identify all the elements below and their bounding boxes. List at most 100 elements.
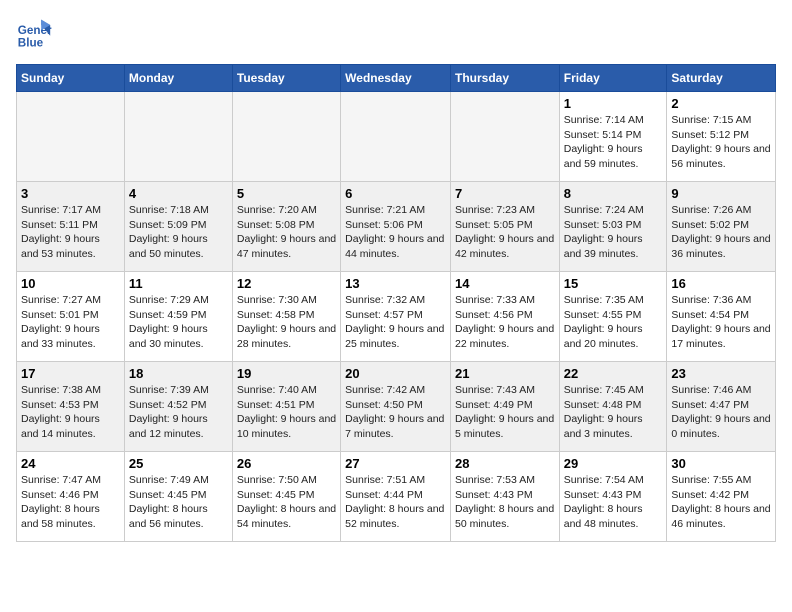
day-number: 8 — [564, 186, 663, 201]
day-info: Sunrise: 7:30 AM Sunset: 4:58 PM Dayligh… — [237, 293, 336, 352]
weekday-header-tuesday: Tuesday — [232, 65, 340, 92]
calendar-cell: 24Sunrise: 7:47 AM Sunset: 4:46 PM Dayli… — [17, 452, 125, 542]
day-info: Sunrise: 7:33 AM Sunset: 4:56 PM Dayligh… — [455, 293, 555, 352]
day-number: 14 — [455, 276, 555, 291]
day-number: 27 — [345, 456, 446, 471]
day-number: 4 — [129, 186, 228, 201]
calendar-cell: 12 Sunrise: 7:30 AM Sunset: 4:58 PM Dayli… — [232, 272, 340, 362]
calendar-cell: 18 Sunrise: 7:39 AM Sunset: 4:52 PM Dayli… — [124, 362, 232, 452]
day-info: Sunrise: 7:53 AM Sunset: 4:43 PM Dayligh… — [455, 473, 555, 532]
day-info: Sunrise: 7:54 AM Sunset: 4:43 PM Dayligh… — [564, 473, 663, 532]
day-number: 29 — [564, 456, 663, 471]
day-info: Sunrise: 7:39 AM Sunset: 4:52 PM Dayligh… — [129, 383, 228, 442]
weekday-header-sunday: Sunday — [17, 65, 125, 92]
day-number: 22 — [564, 366, 663, 381]
day-info: Sunrise: 7:55 AM Sunset: 4:42 PM Dayligh… — [671, 473, 771, 532]
day-info: Sunrise: 7:45 AM Sunset: 4:48 PM Dayligh… — [564, 383, 663, 442]
day-number: 15 — [564, 276, 663, 291]
day-info: Sunrise: 7:40 AM Sunset: 4:51 PM Dayligh… — [237, 383, 336, 442]
calendar-cell: 23 Sunrise: 7:46 AM Sunset: 4:47 PM Dayli… — [667, 362, 776, 452]
day-number: 23 — [671, 366, 771, 381]
calendar-cell: 5 Sunrise: 7:20 AM Sunset: 5:08 PM Daylig… — [232, 182, 340, 272]
day-info: Sunrise: 7:23 AM Sunset: 5:05 PM Dayligh… — [455, 203, 555, 262]
calendar-cell: 8 Sunrise: 7:24 AM Sunset: 5:03 PM Daylig… — [559, 182, 667, 272]
calendar-cell: 29 Sunrise: 7:54 AM Sunset: 4:43 PM Dayli… — [559, 452, 667, 542]
day-info: Sunrise: 7:21 AM Sunset: 5:06 PM Dayligh… — [345, 203, 446, 262]
logo-icon: General Blue — [16, 16, 52, 52]
calendar: SundayMondayTuesdayWednesdayThursdayFrid… — [16, 64, 776, 542]
weekday-header-thursday: Thursday — [450, 65, 559, 92]
calendar-cell: 10 Sunrise: 7:27 AM Sunset: 5:01 PM Dayli… — [17, 272, 125, 362]
calendar-cell: 19 Sunrise: 7:40 AM Sunset: 4:51 PM Dayli… — [232, 362, 340, 452]
calendar-week-row: 1Sunrise: 7:14 AM Sunset: 5:14 PM Daylig… — [17, 92, 776, 182]
day-info: Sunrise: 7:51 AM Sunset: 4:44 PM Dayligh… — [345, 473, 446, 532]
calendar-cell: 3Sunrise: 7:17 AM Sunset: 5:11 PM Daylig… — [17, 182, 125, 272]
page-header: General Blue — [16, 16, 776, 52]
calendar-cell: 11Sunrise: 7:29 AM Sunset: 4:59 PM Dayli… — [124, 272, 232, 362]
day-info: Sunrise: 7:18 AM Sunset: 5:09 PM Dayligh… — [129, 203, 228, 262]
weekday-header-saturday: Saturday — [667, 65, 776, 92]
day-number: 1 — [564, 96, 663, 111]
day-number: 7 — [455, 186, 555, 201]
day-number: 19 — [237, 366, 336, 381]
calendar-cell: 22 Sunrise: 7:45 AM Sunset: 4:48 PM Dayli… — [559, 362, 667, 452]
calendar-week-row: 24Sunrise: 7:47 AM Sunset: 4:46 PM Dayli… — [17, 452, 776, 542]
day-info: Sunrise: 7:46 AM Sunset: 4:47 PM Dayligh… — [671, 383, 771, 442]
day-number: 16 — [671, 276, 771, 291]
calendar-cell: 28 Sunrise: 7:53 AM Sunset: 4:43 PM Dayli… — [450, 452, 559, 542]
day-number: 5 — [237, 186, 336, 201]
day-number: 28 — [455, 456, 555, 471]
calendar-week-row: 3Sunrise: 7:17 AM Sunset: 5:11 PM Daylig… — [17, 182, 776, 272]
calendar-cell — [17, 92, 125, 182]
calendar-cell — [450, 92, 559, 182]
calendar-cell: 4 Sunrise: 7:18 AM Sunset: 5:09 PM Daylig… — [124, 182, 232, 272]
calendar-cell: 13Sunrise: 7:32 AM Sunset: 4:57 PM Dayli… — [341, 272, 451, 362]
day-info: Sunrise: 7:20 AM Sunset: 5:08 PM Dayligh… — [237, 203, 336, 262]
calendar-cell: 2Sunrise: 7:15 AM Sunset: 5:12 PM Daylig… — [667, 92, 776, 182]
weekday-header-wednesday: Wednesday — [341, 65, 451, 92]
day-info: Sunrise: 7:32 AM Sunset: 4:57 PM Dayligh… — [345, 293, 446, 352]
day-number: 11 — [129, 276, 228, 291]
day-info: Sunrise: 7:24 AM Sunset: 5:03 PM Dayligh… — [564, 203, 663, 262]
day-info: Sunrise: 7:27 AM Sunset: 5:01 PM Dayligh… — [21, 293, 120, 352]
day-number: 10 — [21, 276, 120, 291]
day-info: Sunrise: 7:42 AM Sunset: 4:50 PM Dayligh… — [345, 383, 446, 442]
calendar-cell — [124, 92, 232, 182]
day-number: 18 — [129, 366, 228, 381]
day-number: 26 — [237, 456, 336, 471]
day-info: Sunrise: 7:43 AM Sunset: 4:49 PM Dayligh… — [455, 383, 555, 442]
calendar-cell: 1Sunrise: 7:14 AM Sunset: 5:14 PM Daylig… — [559, 92, 667, 182]
calendar-cell: 21 Sunrise: 7:43 AM Sunset: 4:49 PM Dayli… — [450, 362, 559, 452]
calendar-cell: 9 Sunrise: 7:26 AM Sunset: 5:02 PM Daylig… — [667, 182, 776, 272]
day-number: 30 — [671, 456, 771, 471]
day-info: Sunrise: 7:35 AM Sunset: 4:55 PM Dayligh… — [564, 293, 663, 352]
weekday-header-friday: Friday — [559, 65, 667, 92]
calendar-cell: 7 Sunrise: 7:23 AM Sunset: 5:05 PM Daylig… — [450, 182, 559, 272]
calendar-cell — [232, 92, 340, 182]
calendar-cell: 27 Sunrise: 7:51 AM Sunset: 4:44 PM Dayli… — [341, 452, 451, 542]
calendar-cell: 16 Sunrise: 7:36 AM Sunset: 4:54 PM Dayli… — [667, 272, 776, 362]
calendar-cell: 17 Sunrise: 7:38 AM Sunset: 4:53 PM Dayli… — [17, 362, 125, 452]
weekday-header-monday: Monday — [124, 65, 232, 92]
calendar-cell: 25Sunrise: 7:49 AM Sunset: 4:45 PM Dayli… — [124, 452, 232, 542]
calendar-cell: 26Sunrise: 7:50 AM Sunset: 4:45 PM Dayli… — [232, 452, 340, 542]
calendar-cell: 30 Sunrise: 7:55 AM Sunset: 4:42 PM Dayli… — [667, 452, 776, 542]
day-number: 3 — [21, 186, 120, 201]
day-number: 2 — [671, 96, 771, 111]
calendar-cell: 15 Sunrise: 7:35 AM Sunset: 4:55 PM Dayli… — [559, 272, 667, 362]
day-info: Sunrise: 7:38 AM Sunset: 4:53 PM Dayligh… — [21, 383, 120, 442]
day-number: 20 — [345, 366, 446, 381]
calendar-cell: 20 Sunrise: 7:42 AM Sunset: 4:50 PM Dayli… — [341, 362, 451, 452]
day-info: Sunrise: 7:26 AM Sunset: 5:02 PM Dayligh… — [671, 203, 771, 262]
day-number: 9 — [671, 186, 771, 201]
calendar-week-row: 17 Sunrise: 7:38 AM Sunset: 4:53 PM Dayli… — [17, 362, 776, 452]
day-number: 17 — [21, 366, 120, 381]
calendar-cell — [341, 92, 451, 182]
day-number: 12 — [237, 276, 336, 291]
day-number: 6 — [345, 186, 446, 201]
day-info: Sunrise: 7:36 AM Sunset: 4:54 PM Dayligh… — [671, 293, 771, 352]
day-number: 24 — [21, 456, 120, 471]
calendar-week-row: 10 Sunrise: 7:27 AM Sunset: 5:01 PM Dayli… — [17, 272, 776, 362]
day-number: 21 — [455, 366, 555, 381]
logo: General Blue — [16, 16, 56, 52]
